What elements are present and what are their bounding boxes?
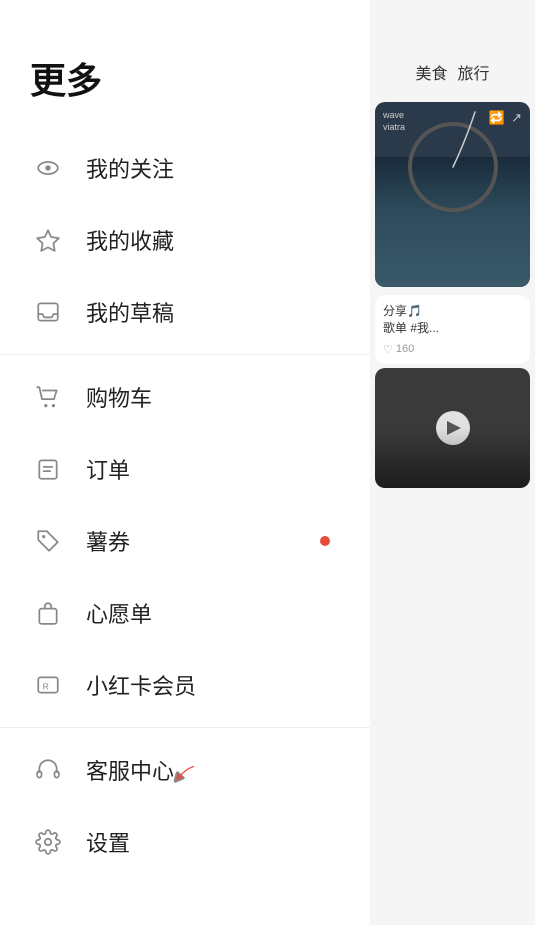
card-ocean[interactable]: waveviatra 🔁 ↗ bbox=[375, 102, 530, 287]
card-video[interactable] bbox=[375, 368, 530, 488]
divider bbox=[0, 727, 370, 728]
sidebar-item-membership[interactable]: R 小红卡会员 bbox=[0, 649, 370, 721]
card-share-line1: 分享🎵 bbox=[383, 303, 522, 320]
card-share-line2: 歌单 #我... bbox=[383, 320, 522, 337]
card-video-gradient bbox=[375, 428, 530, 488]
sidebar-item-label: 我的草稿 bbox=[86, 296, 174, 328]
sidebar-item-my-favorites[interactable]: 我的收藏 bbox=[0, 204, 370, 276]
star-icon bbox=[30, 222, 66, 258]
eye-icon bbox=[30, 150, 66, 186]
sidebar-item-label: 我的关注 bbox=[86, 152, 174, 184]
tab-travel[interactable]: 旅行 bbox=[458, 60, 490, 84]
card-likes: ♡ 160 bbox=[383, 343, 522, 356]
inbox-icon bbox=[30, 294, 66, 330]
coupon-badge bbox=[320, 536, 330, 546]
share-icon[interactable]: ↗ bbox=[511, 110, 522, 126]
sidebar-item-label: 小红卡会员 bbox=[86, 669, 196, 701]
sidebar-item-my-following[interactable]: 我的关注 bbox=[0, 132, 370, 204]
heart-icon: ♡ bbox=[383, 343, 393, 356]
sidebar-item-label: 客服中心 bbox=[86, 754, 174, 786]
bag-icon bbox=[30, 595, 66, 631]
sidebar-item-label: 心愿单 bbox=[86, 597, 152, 629]
sidebar-item-settings[interactable]: 设置 bbox=[0, 806, 370, 878]
menu-panel: 更多 我的关注 我的收藏 我的草稿 bbox=[0, 0, 370, 925]
menu-title: 更多 bbox=[0, 0, 370, 132]
card-action-icons: 🔁 ↗ bbox=[489, 110, 522, 126]
card-music-text: 分享🎵 歌单 #我... bbox=[383, 303, 522, 337]
redcard-icon: R bbox=[30, 667, 66, 703]
sidebar-item-label: 购物车 bbox=[86, 381, 152, 413]
sidebar-item-label: 我的收藏 bbox=[86, 224, 174, 256]
tag-icon bbox=[30, 523, 66, 559]
right-panel: 美食 旅行 waveviatra 🔁 ↗ 分享🎵 歌单 #我... ♡ 160 bbox=[370, 0, 535, 925]
sidebar-item-label: 订单 bbox=[86, 453, 130, 485]
like-count: 160 bbox=[396, 343, 414, 355]
sidebar-item-customer-service[interactable]: 客服中心 bbox=[0, 734, 370, 806]
headset-icon bbox=[30, 752, 66, 788]
menu-list: 我的关注 我的收藏 我的草稿 购物车 bbox=[0, 132, 370, 878]
right-tabs: 美食 旅行 bbox=[370, 0, 535, 94]
sidebar-item-coupons[interactable]: 薯券 bbox=[0, 505, 370, 577]
sidebar-item-my-drafts[interactable]: 我的草稿 bbox=[0, 276, 370, 348]
card-wave-label: waveviatra bbox=[383, 110, 405, 133]
svg-text:R: R bbox=[43, 681, 49, 691]
sidebar-item-label: 薯券 bbox=[86, 525, 130, 557]
tab-food[interactable]: 美食 bbox=[415, 60, 447, 84]
sidebar-item-label: 设置 bbox=[86, 826, 130, 858]
card-music[interactable]: 分享🎵 歌单 #我... ♡ 160 bbox=[375, 295, 530, 364]
gear-icon bbox=[30, 824, 66, 860]
sidebar-item-shopping-cart[interactable]: 购物车 bbox=[0, 361, 370, 433]
loop-icon[interactable]: 🔁 bbox=[489, 110, 505, 126]
cart-icon bbox=[30, 379, 66, 415]
sidebar-item-wishlist[interactable]: 心愿单 bbox=[0, 577, 370, 649]
divider bbox=[0, 354, 370, 355]
sidebar-item-orders[interactable]: 订单 bbox=[0, 433, 370, 505]
clipboard-icon bbox=[30, 451, 66, 487]
